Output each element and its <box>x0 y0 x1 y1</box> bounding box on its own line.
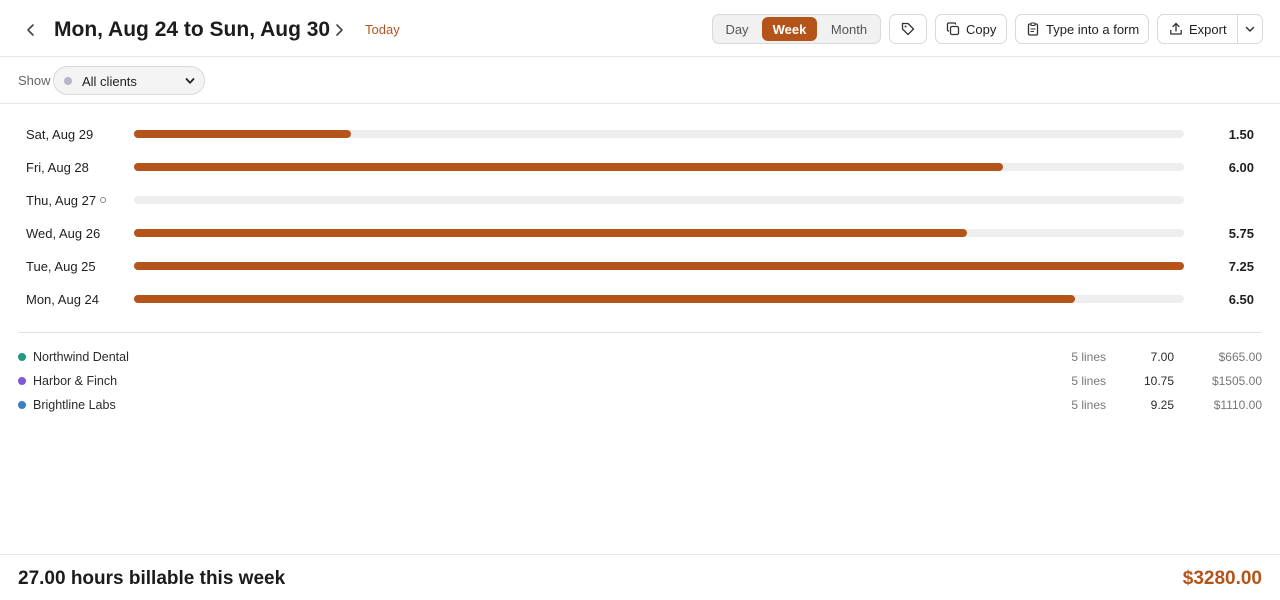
billable-total-amount: $3280.00 <box>1182 568 1262 589</box>
bar-fill <box>134 130 352 138</box>
client-amount: $665.00 <box>1218 350 1262 364</box>
chevron-down-icon <box>185 78 195 84</box>
day-label: Fri, Aug 28 <box>26 160 89 175</box>
copy-button-label: Copy <box>966 21 997 37</box>
type-into-form-label: Type into a form <box>1046 21 1140 37</box>
billable-hours-summary: 27.00 hours billable this week <box>18 568 286 589</box>
bar-fill <box>134 295 1076 303</box>
chevron-left-icon <box>27 24 34 36</box>
export-button[interactable]: Export <box>1158 15 1237 43</box>
client-name: Brightline Labs <box>33 398 116 412</box>
day-label: Tue, Aug 25 <box>26 259 96 274</box>
day-hours-value: 7.25 <box>1228 259 1254 274</box>
clipboard-icon <box>1027 22 1039 36</box>
client-row[interactable]: Northwind Dental 5 lines 7.00 $665.00 <box>0 346 1280 370</box>
bar-fill <box>134 229 967 237</box>
day-row[interactable]: Mon, Aug 24 6.50 <box>0 283 1280 316</box>
view-month-tab[interactable]: Month <box>821 17 877 41</box>
day-hours-value: 6.00 <box>1228 160 1254 175</box>
client-line-count: 5 lines <box>1071 374 1106 388</box>
no-entries-icon <box>100 197 107 203</box>
client-color-dot <box>64 77 72 85</box>
bar-track <box>134 262 1184 270</box>
client-amount: $1110.00 <box>1213 398 1262 412</box>
chevron-down-icon <box>1245 26 1255 32</box>
day-row[interactable]: Fri, Aug 28 6.00 <box>0 151 1280 184</box>
client-hours: 10.75 <box>1143 374 1174 388</box>
client-name: Harbor & Finch <box>33 374 118 388</box>
daily-hours-chart: Sat, Aug 29 1.50 Fri, Aug 28 6.00 Thu, Aug 2… <box>0 118 1280 318</box>
show-label: Show <box>18 73 51 88</box>
export-button-group: Export <box>1157 14 1263 44</box>
day-hours-value: 1.50 <box>1228 127 1254 142</box>
filter-bar: Show All clients <box>0 57 1280 104</box>
toolbar: Mon, Aug 24 to Sun, Aug 30 Today Day Wee… <box>0 0 1280 57</box>
day-label-text: Thu, Aug 27 <box>26 193 97 208</box>
client-filter-value: All clients <box>82 74 137 89</box>
footer-summary: 27.00 hours billable this week $3280.00 <box>0 554 1280 600</box>
day-row[interactable]: Tue, Aug 25 7.25 <box>0 250 1280 283</box>
upload-icon <box>1170 22 1182 35</box>
day-label: Thu, Aug 27 <box>26 193 107 208</box>
bar-track <box>134 130 1184 138</box>
next-week-button[interactable] <box>327 18 351 42</box>
client-name: Northwind Dental <box>33 350 129 364</box>
bar-track <box>134 229 1184 237</box>
chevron-right-icon <box>336 24 343 36</box>
type-into-form-button[interactable]: Type into a form <box>1015 14 1149 44</box>
client-line-count: 5 lines <box>1071 350 1106 364</box>
previous-week-button[interactable] <box>19 18 43 42</box>
client-filter-select[interactable]: All clients <box>53 66 205 95</box>
section-divider <box>18 332 1262 333</box>
bar-track <box>134 163 1184 171</box>
client-color-dot <box>18 377 26 385</box>
copy-icon <box>946 22 960 36</box>
day-hours-value: 5.75 <box>1228 226 1254 241</box>
day-label-text: Mon, Aug 24 <box>26 292 99 307</box>
export-options-button[interactable] <box>1237 15 1262 43</box>
client-hours: 7.00 <box>1150 350 1174 364</box>
bar-track <box>134 295 1184 303</box>
day-label: Wed, Aug 26 <box>26 226 100 241</box>
day-row[interactable]: Wed, Aug 26 5.75 <box>0 217 1280 250</box>
page-title: Mon, Aug 24 to Sun, Aug 30 <box>54 18 331 41</box>
view-day-tab[interactable]: Day <box>717 17 757 41</box>
bar-fill <box>134 163 1003 171</box>
day-label-text: Wed, Aug 26 <box>26 226 101 241</box>
export-button-label: Export <box>1189 21 1227 37</box>
view-switcher: Day Week Month <box>712 14 881 44</box>
bar-track <box>134 196 1184 204</box>
client-line-count: 5 lines <box>1071 398 1106 412</box>
tag-button[interactable] <box>889 14 927 44</box>
day-hours-value: 6.50 <box>1228 292 1254 307</box>
client-row[interactable]: Brightline Labs 5 lines 9.25 $1110.00 <box>0 394 1280 418</box>
day-label-text: Sat, Aug 29 <box>26 127 94 142</box>
day-label: Mon, Aug 24 <box>26 292 99 307</box>
tag-icon <box>901 22 915 36</box>
view-week-tab[interactable]: Week <box>762 17 817 41</box>
client-color-dot <box>18 401 26 409</box>
today-link[interactable]: Today <box>365 22 400 37</box>
day-label: Sat, Aug 29 <box>26 127 93 142</box>
client-amount: $1505.00 <box>1211 374 1262 388</box>
client-hours: 9.25 <box>1150 398 1174 412</box>
client-color-dot <box>18 353 26 361</box>
day-row[interactable]: Sat, Aug 29 1.50 <box>0 118 1280 151</box>
day-label-text: Tue, Aug 25 <box>26 259 96 274</box>
day-label-text: Fri, Aug 28 <box>26 160 89 175</box>
copy-button[interactable]: Copy <box>935 14 1007 44</box>
bar-fill <box>134 262 1184 270</box>
client-row[interactable]: Harbor & Finch 5 lines 10.75 $1505.00 <box>0 370 1280 394</box>
day-row[interactable]: Thu, Aug 27 <box>0 184 1280 217</box>
